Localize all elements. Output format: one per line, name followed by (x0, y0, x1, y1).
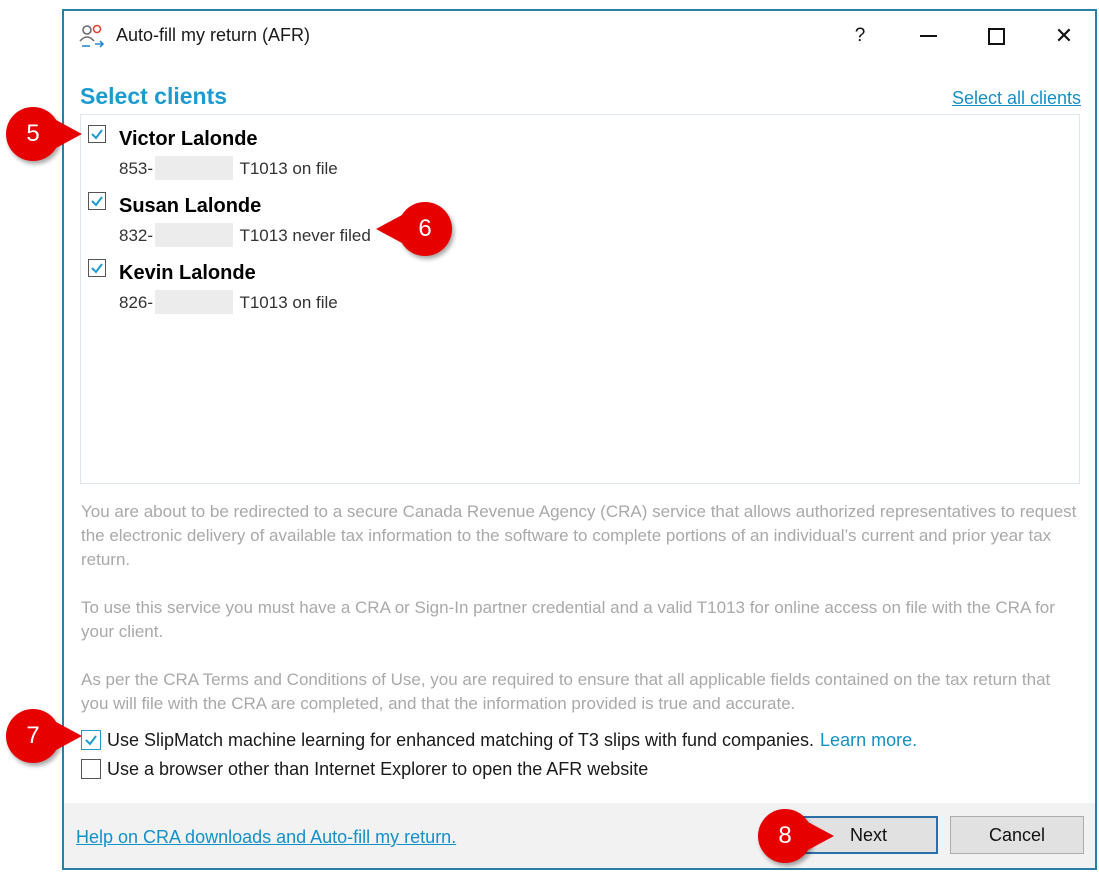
afr-dialog: Auto-fill my return (AFR) ? ✕ Select cli… (62, 9, 1097, 870)
help-button[interactable]: ? (826, 11, 894, 61)
checkmark-icon (91, 129, 103, 140)
client-item: Victor Lalonde 853- T1013 on file (81, 117, 681, 180)
info-paragraph: As per the CRA Terms and Conditions of U… (81, 670, 1051, 713)
close-icon: ✕ (1054, 23, 1074, 48)
client-checkbox[interactable] (88, 125, 106, 143)
callout-pointer (376, 215, 402, 243)
client-status: T1013 never filed (239, 226, 371, 245)
checkmark-icon (91, 263, 103, 274)
window-title: Auto-fill my return (AFR) (116, 25, 311, 45)
client-details: 853- T1013 on file (119, 156, 338, 180)
slipmatch-label: Use SlipMatch machine learning for enhan… (107, 729, 815, 750)
checkmark-icon (91, 196, 103, 207)
select-all-clients-link[interactable]: Select all clients (952, 88, 1081, 109)
client-checkbox[interactable] (88, 259, 106, 277)
client-name: Kevin Lalonde (119, 262, 256, 284)
callout-marker: 6 (376, 202, 452, 256)
browser-checkbox[interactable] (81, 759, 101, 779)
client-sin: 832- (119, 226, 154, 245)
learn-more-link[interactable]: Learn more. (820, 730, 917, 751)
redacted-block (155, 223, 234, 247)
callout-pointer (56, 120, 82, 148)
client-name: Susan Lalonde (119, 195, 262, 217)
cancel-button[interactable]: Cancel (950, 816, 1084, 854)
browser-option[interactable]: Use a browser other than Internet Explor… (81, 757, 648, 781)
title-bar: Auto-fill my return (AFR) ? ✕ (64, 11, 1095, 61)
callout-marker: 8 (758, 809, 834, 863)
callout-pointer (56, 722, 82, 750)
checkmark-icon (85, 735, 97, 746)
callout-number: 5 (26, 120, 40, 147)
help-link[interactable]: Help on CRA downloads and Auto-fill my r… (76, 827, 456, 848)
client-item: Kevin Lalonde 826- T1013 on file (81, 251, 681, 314)
callout-number: 6 (418, 215, 432, 242)
dialog-body: Select clients Select all clients Victor… (64, 61, 1095, 805)
callout-number: 8 (778, 822, 792, 849)
client-sin: 826- (119, 293, 154, 312)
browser-label: Use a browser other than Internet Explor… (107, 758, 649, 779)
maximize-button[interactable] (962, 11, 1030, 61)
minimize-button[interactable] (894, 11, 962, 61)
client-sin: 853- (119, 159, 154, 178)
client-status: T1013 on file (239, 159, 338, 178)
maximize-icon (987, 27, 1005, 45)
client-details: 832- T1013 never filed (119, 223, 371, 247)
question-icon: ? (854, 25, 866, 46)
minimize-icon (919, 35, 937, 37)
client-name: Victor Lalonde (119, 128, 258, 150)
redacted-block (155, 290, 234, 314)
callout-marker: 5 (6, 107, 82, 161)
info-paragraph: To use this service you must have a CRA … (81, 598, 1055, 641)
client-status: T1013 on file (239, 293, 338, 312)
client-list: Victor Lalonde 853- T1013 on file Susan … (80, 114, 1080, 484)
users-transfer-icon (78, 23, 106, 49)
redacted-block (155, 156, 234, 180)
callout-pointer (808, 822, 834, 850)
section-title: Select clients (80, 83, 228, 109)
slipmatch-checkbox[interactable] (81, 730, 101, 750)
client-details: 826- T1013 on file (119, 290, 338, 314)
dialog-footer: Help on CRA downloads and Auto-fill my r… (64, 803, 1095, 868)
close-button[interactable]: ✕ (1030, 11, 1098, 61)
slipmatch-option[interactable]: Use SlipMatch machine learning for enhan… (81, 728, 917, 752)
callout-marker: 7 (6, 709, 82, 763)
client-checkbox[interactable] (88, 192, 106, 210)
callout-number: 7 (26, 722, 40, 749)
info-paragraph: You are about to be redirected to a secu… (81, 502, 1077, 569)
